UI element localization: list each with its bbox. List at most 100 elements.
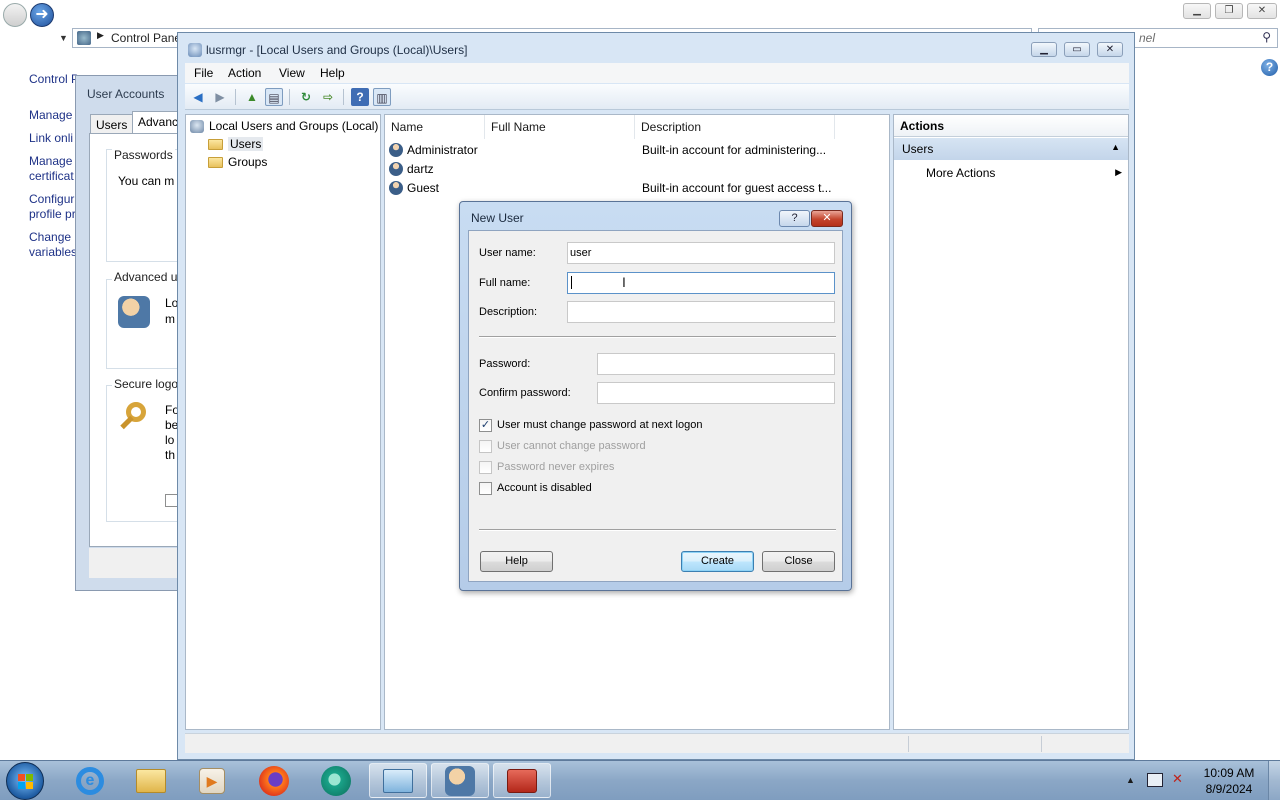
task-link[interactable]: Manage certificat [29,154,79,184]
tab-users[interactable]: Users [90,114,134,134]
refresh-icon[interactable]: ↻ [297,88,315,106]
help-icon[interactable]: ? [351,88,369,106]
actions-section-users[interactable]: Users ▲ [894,138,1128,160]
description-label: Description: [479,306,538,318]
menu-help[interactable]: Help [320,66,345,80]
checkbox-account-disabled[interactable]: Account is disabled [479,480,592,496]
tree-pane: Local Users and Groups (Local) Users Gro… [185,114,381,730]
internet-explorer-icon[interactable]: e [61,763,119,798]
task-link[interactable]: Change variables [29,230,79,260]
chat-app-icon[interactable] [307,763,365,798]
user-icon [389,180,403,195]
menu-view[interactable]: View [279,66,305,80]
checkbox-must-change-password[interactable]: ✓ User must change password at next logo… [479,417,702,433]
toolbox-icon[interactable] [493,763,551,798]
checkbox-password-never-expires[interactable]: Password never expires [479,459,614,475]
confirm-password-label: Confirm password: [479,387,571,399]
checkbox-cannot-change-password[interactable]: User cannot change password [479,438,646,454]
file-explorer-icon[interactable] [122,763,180,798]
menu-action[interactable]: Action [228,66,261,80]
help-button[interactable]: Help [480,551,553,572]
dialog-footer [89,548,189,578]
user-accounts-icon[interactable] [431,763,489,798]
forward-arrow-icon[interactable]: ▶ [211,88,229,106]
checkbox-box[interactable] [479,439,492,453]
users-icon [118,296,150,328]
close-button[interactable]: ✕ [1097,42,1123,57]
table-row[interactable]: dartz [389,159,879,178]
remote-desktop-icon[interactable] [369,763,427,798]
close-button[interactable]: Close [762,551,835,572]
table-row[interactable]: Administrator Built-in account for admin… [389,140,879,159]
static-text: You can m [118,174,175,188]
user-accounts-dialog: User Accounts Users Advanc Passwords You… [75,75,189,591]
checkbox-box[interactable] [479,481,492,495]
address-text: Control Panel [111,31,184,45]
more-actions-label: More Actions [926,166,996,180]
column-header-full-name[interactable]: Full Name [485,115,635,139]
checkbox-box[interactable] [479,460,492,474]
toolbar: ◀ ▶ ▲ ▤ ↻ ⇨ ? ▥ [185,84,1129,110]
show-desktop-button[interactable] [1268,761,1280,800]
ibeam-cursor-icon: I [622,274,626,290]
create-button[interactable]: Create [681,551,754,572]
tree-item-users[interactable]: Users [208,135,264,153]
more-actions-item[interactable]: More Actions ▶ [926,166,1126,180]
submenu-arrow-icon: ▶ [1115,167,1122,177]
fullname-input[interactable]: I [567,272,835,294]
clock[interactable]: 10:09 AM 8/9/2024 [1198,765,1260,797]
actions-pane: Actions Users ▲ More Actions ▶ [893,114,1129,730]
maximize-button[interactable]: ❐ [1215,3,1243,19]
forward-button[interactable]: ➜ [30,3,54,27]
back-arrow-icon[interactable]: ◀ [189,88,207,106]
cell-description: Built-in account for guest access t... [642,180,832,195]
back-button[interactable] [3,3,27,27]
checkbox-label: User cannot change password [497,440,646,452]
up-folder-icon[interactable]: ▲ [243,88,261,106]
tree-item-groups[interactable]: Groups [208,153,267,171]
password-label: Password: [479,358,531,370]
column-header-description[interactable]: Description [635,115,835,139]
checkbox-checked-icon[interactable]: ✓ [479,418,492,432]
description-input[interactable] [567,301,835,323]
minimize-button[interactable]: ▁ [1183,3,1211,19]
volume-muted-icon[interactable]: ✕ [1172,771,1183,787]
username-input[interactable] [567,242,835,264]
menu-file[interactable]: File [194,66,213,80]
show-hidden-icons-icon[interactable]: ▲ [1126,775,1135,785]
export-list-icon[interactable]: ⇨ [319,88,337,106]
start-button[interactable] [6,762,44,800]
task-link[interactable]: Configur profile pr [29,192,79,222]
folder-icon [208,156,223,168]
show-hide-tree-icon[interactable]: ▤ [265,88,283,106]
menu-bar: File Action View Help [185,63,1129,83]
help-icon[interactable]: ? [1261,59,1278,76]
toolbar-separator [343,89,344,105]
password-input[interactable] [597,353,835,375]
tree-item-label: Groups [228,155,268,169]
column-header-name[interactable]: Name [385,115,485,139]
separator [479,336,836,338]
minimize-button[interactable]: ▁ [1031,42,1057,57]
fullname-label: Full name: [479,277,531,289]
media-player-icon[interactable]: ▶ [183,763,241,798]
firefox-icon[interactable] [245,763,303,798]
close-button[interactable]: ✕ [1247,3,1277,19]
action-center-icon[interactable] [1147,773,1163,787]
clock-date: 8/9/2024 [1205,782,1253,796]
close-icon[interactable]: ✕ [811,210,843,227]
checkbox-label: Account is disabled [497,482,592,494]
show-hide-action-pane-icon[interactable]: ▥ [373,88,391,106]
tree-root[interactable]: Local Users and Groups (Local) [190,117,378,135]
recent-pages-icon[interactable]: ▼ [59,33,68,43]
user-icon [389,161,403,176]
table-row[interactable]: Guest Built-in account for guest access … [389,178,879,197]
window-title: lusrmgr - [Local Users and Groups (Local… [206,43,468,57]
group-label: Advanced u [112,270,180,284]
maximize-button[interactable]: ▭ [1064,42,1090,57]
cell-name: Guest [407,180,440,195]
confirm-password-input[interactable] [597,382,835,404]
help-question-button[interactable]: ? [779,210,810,227]
collapse-icon[interactable]: ▲ [1111,142,1120,152]
search-icon[interactable]: ⚲ [1262,30,1271,44]
